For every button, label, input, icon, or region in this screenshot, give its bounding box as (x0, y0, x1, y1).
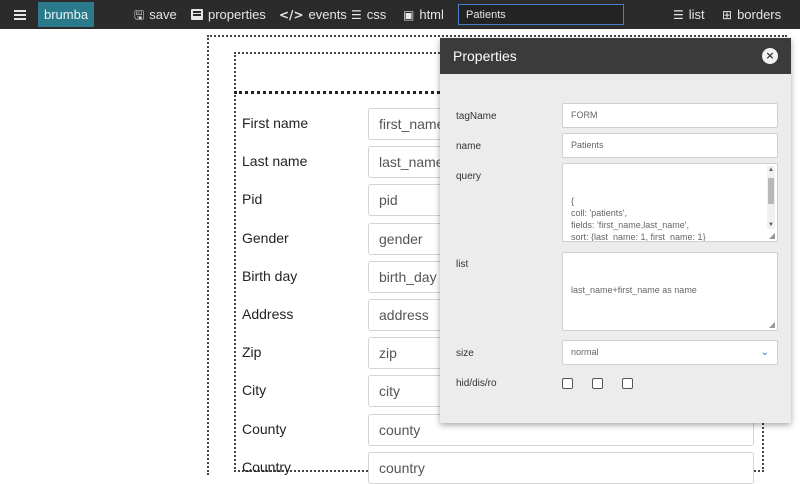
tagname-field[interactable]: FORM (562, 103, 778, 128)
tagname-label: tagName (456, 111, 497, 122)
form-field-label: Birth day (242, 268, 298, 284)
query-label: query (456, 171, 482, 182)
query-text: { coll: 'patients', fields: 'first_name,… (571, 196, 706, 242)
close-icon[interactable]: × (762, 48, 778, 64)
panel-header: Properties × (440, 38, 791, 74)
query-textarea[interactable]: { coll: 'patients', fields: 'first_name,… (562, 163, 778, 242)
list-prop-label: list (456, 259, 469, 270)
form-field-label: Gender (242, 230, 289, 246)
size-select[interactable]: normal ⌄ (562, 340, 778, 365)
floppy-disk-icon: 🖫 (134, 7, 145, 22)
css-label: css (366, 7, 387, 22)
events-label: events (308, 7, 347, 22)
form-field-label: First name (242, 115, 309, 131)
form-field-label: County (242, 421, 287, 437)
form-field-row: Country country (242, 452, 762, 484)
properties-button[interactable]: properties (191, 0, 266, 29)
scroll-thumb[interactable] (768, 178, 774, 204)
chevron-down-icon: ⌄ (760, 347, 769, 358)
resize-grip-icon[interactable]: ◢ (769, 232, 775, 240)
size-label: size (456, 348, 474, 359)
borders-icon: ⊞ (722, 7, 733, 22)
size-value: normal (571, 347, 599, 357)
code-icon: </> (279, 7, 304, 22)
html-button[interactable]: ▣ html (403, 0, 444, 29)
form-field-label: Address (242, 306, 294, 322)
flags-label: hid/dis/ro (456, 378, 497, 389)
brand-logo[interactable]: brumba (38, 2, 95, 27)
properties-label: properties (208, 7, 266, 22)
hamburger-icon (14, 9, 26, 20)
form-field-label: Last name (242, 153, 308, 169)
form-field-label: Zip (242, 344, 262, 360)
scroll-up-icon[interactable]: ▲ (767, 166, 775, 174)
html5-icon: ▣ (403, 7, 415, 22)
list-box-icon (191, 9, 203, 20)
readonly-checkbox[interactable] (622, 378, 633, 389)
list-icon: ☰ (673, 7, 684, 22)
list-textarea[interactable]: last_name+first_name as name ◢ (562, 252, 778, 331)
form-field-label: Pid (242, 191, 263, 207)
borders-label: borders (737, 7, 782, 22)
css3-icon: ☰ (351, 7, 362, 22)
html-label: html (419, 7, 444, 22)
list-button[interactable]: ☰ list (673, 0, 705, 29)
scroll-down-icon[interactable]: ▼ (767, 221, 775, 229)
name-field[interactable]: Patients (562, 133, 778, 158)
form-field-label: City (242, 382, 267, 398)
form-field-label: Country (242, 459, 292, 475)
panel-title: Properties (453, 48, 517, 64)
events-button[interactable]: </> events (279, 0, 347, 29)
form-name-input[interactable] (458, 4, 624, 25)
menu-button[interactable] (9, 0, 31, 29)
query-scrollbar[interactable]: ▲ ▼ (767, 166, 775, 229)
name-label: name (456, 141, 482, 152)
save-label: save (149, 7, 177, 22)
disabled-checkbox[interactable] (592, 378, 603, 389)
properties-panel: Properties × tagName FORM name Patients … (440, 38, 791, 423)
form-field-input[interactable]: country (368, 452, 754, 484)
list-label: list (688, 7, 705, 22)
hidden-checkbox[interactable] (562, 378, 573, 389)
top-toolbar: brumba 🖫 save properties </> events ☰ cs… (0, 0, 800, 29)
list-text: last_name+first_name as name (571, 285, 697, 295)
resize-grip-icon[interactable]: ◢ (769, 321, 775, 329)
css-button[interactable]: ☰ css (351, 0, 386, 29)
borders-button[interactable]: ⊞ borders (722, 0, 781, 29)
save-button[interactable]: 🖫 save (134, 0, 177, 29)
